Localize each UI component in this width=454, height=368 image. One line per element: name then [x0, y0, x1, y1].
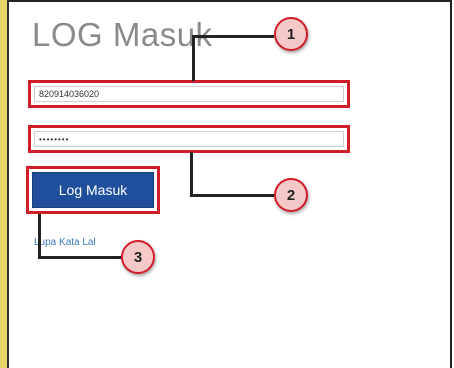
window-edge [0, 0, 9, 368]
username-input[interactable] [34, 86, 344, 102]
username-highlight [28, 80, 350, 108]
callout-badge-3: 3 [121, 240, 155, 274]
forgot-password-link[interactable]: Lupa Kata Lal [34, 237, 96, 248]
callout-line-2-horizontal [190, 194, 274, 197]
login-button[interactable]: Log Masuk [32, 172, 154, 208]
password-input[interactable] [34, 131, 344, 147]
callout-line-1-vertical [192, 35, 195, 81]
callout-badge-2: 2 [274, 178, 308, 212]
callout-line-1-horizontal [192, 35, 274, 38]
callout-line-3-vertical [38, 214, 41, 259]
callout-line-2-vertical [190, 152, 193, 196]
callout-line-3-horizontal [38, 256, 122, 259]
password-highlight [28, 125, 350, 153]
page-title: LOG Masuk [32, 16, 213, 53]
callout-badge-1: 1 [274, 17, 308, 51]
